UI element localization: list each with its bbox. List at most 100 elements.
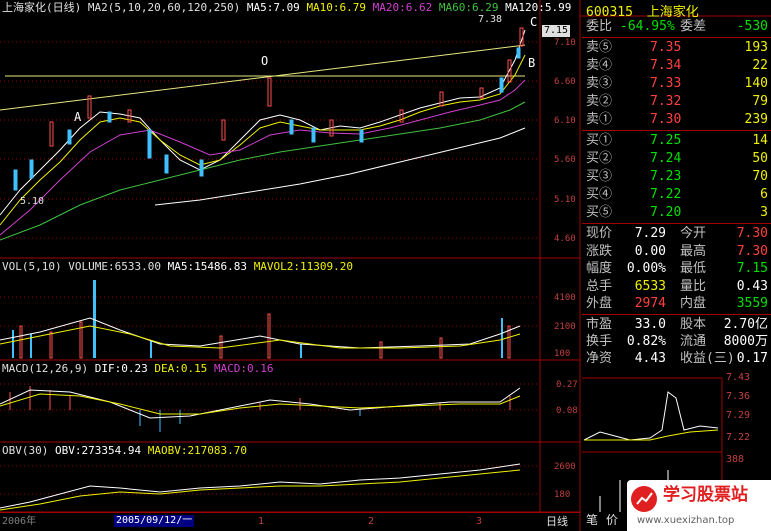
sell-volume: 193 bbox=[744, 40, 768, 55]
sell-order-row: 卖⑤ 7.35 193 bbox=[584, 40, 770, 56]
stat-label: 最高 bbox=[680, 243, 707, 259]
vol-y-tick: 100 bbox=[554, 349, 571, 359]
sell-volume: 22 bbox=[752, 58, 768, 73]
sell-order-row: 卖④ 7.34 22 bbox=[584, 58, 770, 74]
stat-value: 8000万 bbox=[723, 334, 768, 349]
stock-code: 600315 bbox=[586, 5, 633, 20]
stock-code-header: 600315 上海家化 bbox=[586, 1, 699, 20]
stat-value: 0.43 bbox=[736, 278, 768, 294]
time-tick: 3 bbox=[476, 516, 483, 527]
time-axis[interactable]: 2006年 2005/09/12/一 1 2 3 日线 bbox=[0, 512, 580, 531]
period-tab[interactable]: 日线 bbox=[546, 516, 568, 528]
mini-tick: 7.22 bbox=[726, 432, 751, 443]
volume-mavol2: MAVOL2:11309.20 bbox=[253, 260, 354, 273]
tab-trades[interactable]: 笔 bbox=[586, 514, 598, 526]
sell-price: 7.33 bbox=[650, 76, 682, 91]
obv-y-tick: 2600 bbox=[554, 462, 576, 472]
stat-label: 量比 bbox=[680, 278, 707, 294]
buy-order-row: 买② 7.24 50 bbox=[584, 151, 770, 167]
y-tick: 6.60 bbox=[554, 77, 576, 87]
macd-value: MACD:0.16 bbox=[213, 362, 274, 375]
volume-params: VOL(5,10) bbox=[2, 260, 62, 273]
stat-label: 换手 bbox=[586, 334, 613, 349]
stat-label: 涨跌 bbox=[586, 243, 613, 259]
annotation-a: A bbox=[74, 110, 82, 124]
fundamental-stat-row: 净资 4.43 收益(三) 0.17 bbox=[584, 351, 770, 367]
sell-level-label: 卖③ bbox=[586, 76, 613, 91]
buy-order-row: 买⑤ 7.20 3 bbox=[584, 205, 770, 221]
obv-y-tick: 180 bbox=[554, 490, 571, 500]
stat-label: 净资 bbox=[586, 351, 613, 366]
weicha-value: -530 bbox=[736, 19, 768, 34]
stat-value: 7.30 bbox=[736, 226, 768, 241]
tab-price[interactable]: 价 bbox=[606, 514, 618, 526]
stat-label: 今开 bbox=[680, 226, 707, 241]
stat-value: 2.70亿 bbox=[723, 317, 768, 332]
buy-order-row: 买① 7.25 14 bbox=[584, 133, 770, 149]
macd-header: MACD(12,26,9) DIF:0.23 DEA:0.15 MACD:0.1… bbox=[2, 363, 274, 375]
mini-tick: 388 bbox=[726, 454, 745, 465]
main-chart-header: 上海家化(日线) MA2(5,10,20,60,120,250) MA5:7.0… bbox=[2, 2, 571, 14]
sell-order-row: 卖① 7.30 239 bbox=[584, 112, 770, 128]
ma60-value: MA60:6.29 bbox=[438, 1, 499, 14]
buy-level-label: 买③ bbox=[586, 169, 613, 184]
sell-volume: 140 bbox=[744, 76, 768, 91]
stock-title: 上海家化 bbox=[2, 1, 46, 14]
stat-label: 总手 bbox=[586, 278, 613, 294]
macd-dif: DIF:0.23 bbox=[94, 362, 148, 375]
y-tick: 6.10 bbox=[554, 116, 576, 126]
sell-price: 7.32 bbox=[650, 94, 682, 109]
stat-value: 0.00 bbox=[634, 243, 666, 259]
sell-level-label: 卖① bbox=[586, 112, 613, 127]
volume-header: VOL(5,10) VOLUME:6533.00 MA5:15486.83 MA… bbox=[2, 261, 353, 273]
ma5-value: MA5:7.09 bbox=[246, 1, 300, 14]
stat-value: 6533 bbox=[634, 278, 666, 294]
buy-price: 7.22 bbox=[650, 187, 682, 202]
watermark: 学习股票站 www.xuexizhan.top bbox=[627, 480, 771, 531]
stat-value: 3559 bbox=[736, 296, 768, 311]
stat-value: 7.30 bbox=[736, 243, 768, 259]
stat-value: 7.29 bbox=[634, 226, 666, 241]
watermark-url: www.xuexizhan.top bbox=[637, 515, 735, 526]
sell-order-row: 卖② 7.32 79 bbox=[584, 94, 770, 110]
macd-y-tick: 0.08 bbox=[556, 406, 578, 416]
obv-value: OBV:273354.94 bbox=[54, 444, 142, 457]
period-label: (日线) bbox=[46, 1, 82, 14]
sell-level-label: 卖② bbox=[586, 94, 613, 109]
weicha-label: 委差 bbox=[680, 19, 707, 34]
main-y-axis: 7.10 6.60 6.10 5.60 5.10 4.60 bbox=[540, 0, 580, 258]
stat-value: 0.82% bbox=[626, 334, 666, 349]
stat-label: 股本 bbox=[680, 317, 707, 332]
stock-name: 上海家化 bbox=[646, 5, 699, 20]
cursor-date: 2005/09/12/一 bbox=[114, 515, 195, 527]
y-tick: 4.60 bbox=[554, 234, 576, 244]
macd-params: MACD(12,26,9) bbox=[2, 362, 89, 375]
buy-level-label: 买④ bbox=[586, 187, 613, 202]
buy-volume: 50 bbox=[752, 151, 768, 166]
annotation-b: B bbox=[528, 56, 536, 70]
stat-label: 内盘 bbox=[680, 296, 707, 311]
fundamental-stat-row: 换手 0.82% 流通 8000万 bbox=[584, 334, 770, 350]
mini-tick: 7.43 bbox=[726, 372, 751, 383]
sell-volume: 239 bbox=[744, 112, 768, 127]
y-tick: 7.10 bbox=[554, 38, 576, 48]
volume-value: VOLUME:6533.00 bbox=[68, 260, 161, 273]
ma-params: MA2(5,10,20,60,120,250) bbox=[87, 1, 241, 14]
vol-y-tick: 4100 bbox=[554, 293, 576, 303]
ma20-value: MA20:6.62 bbox=[372, 1, 433, 14]
low-price-label: 5.10 bbox=[20, 196, 45, 207]
quote-stat-row: 涨跌 0.00 最高 7.30 bbox=[584, 244, 770, 260]
fundamental-stat-row: 市盈 33.0 股本 2.70亿 bbox=[584, 317, 770, 333]
annotation-c: C bbox=[530, 15, 538, 29]
obv-header: OBV(30) OBV:273354.94 MAOBV:217083.70 bbox=[2, 445, 247, 457]
webi-label: 委比 bbox=[586, 19, 613, 34]
sell-price: 7.30 bbox=[650, 112, 682, 127]
stat-value: 4.43 bbox=[634, 351, 666, 366]
sell-level-label: 卖⑤ bbox=[586, 40, 613, 55]
buy-price: 7.23 bbox=[650, 169, 682, 184]
sell-price: 7.35 bbox=[650, 40, 682, 55]
macd-dea: DEA:0.15 bbox=[154, 362, 208, 375]
buy-level-label: 买① bbox=[586, 133, 613, 148]
buy-level-label: 买⑤ bbox=[586, 205, 613, 220]
stat-label: 外盘 bbox=[586, 296, 613, 311]
